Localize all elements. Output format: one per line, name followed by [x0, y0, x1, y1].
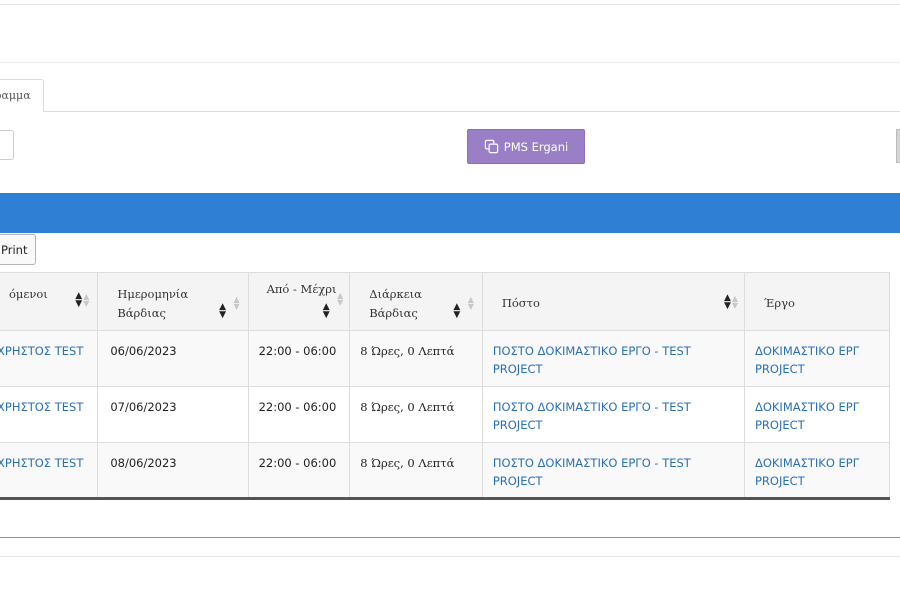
- column-header-time-range[interactable]: Από - Μέχρι ▲ ▼ ▲ ▼: [247, 272, 351, 331]
- shifts-table: όμενοι ▲ ▼ ▲ ▼ Ημερομηνία Βάρδιας ▲ ▼ ▲ ▼ Από…: [0, 272, 891, 500]
- column-header-label: Ημερομηνία Βάρδιας: [117, 287, 189, 320]
- column-header-label: Από - Μέχρι: [266, 282, 337, 296]
- sort-icon[interactable]: ▲ ▼ ▲ ▼: [75, 292, 89, 309]
- column-header-post[interactable]: Πόστο ▲ ▼ ▲ ▼: [481, 272, 745, 331]
- column-header-label: όμενοι: [9, 287, 48, 301]
- duration-cell: 8 Ώρες, 0 Λεπτά: [349, 442, 483, 500]
- shift-date-cell: 07/06/2023: [97, 386, 249, 443]
- panel-header-bar: [0, 193, 900, 233]
- column-header-label: Έργο: [763, 296, 795, 310]
- time-range-cell: 22:00 - 06:00: [247, 442, 351, 500]
- column-header-label: Διάρκεια Βάρδιας: [369, 287, 422, 320]
- toolbar-right-button[interactable]: [896, 129, 900, 163]
- column-header-shift-date[interactable]: Ημερομηνία Βάρδιας ▲ ▼ ▲ ▼: [97, 272, 249, 331]
- sort-icon[interactable]: ▲ ▼: [319, 303, 333, 320]
- post-link[interactable]: ΠΟΣΤΟ ΔΟΚΙΜΑΣΤΙΚΟ ΕΡΓΟ - TEST PROJECT: [481, 442, 745, 500]
- project-link[interactable]: ΔΟΚΙΜΑΣΤΙΚΟ ΕΡΓ PROJECT: [743, 330, 891, 387]
- project-link[interactable]: ΔΟΚΙΜΑΣΤΙΚΟ ΕΡΓ PROJECT: [743, 386, 891, 443]
- table-row: ΧΡΗΣΤΟΣ TEST 08/06/2023 22:00 - 06:00 8 …: [0, 442, 891, 500]
- top-border: [0, 4, 900, 5]
- tab-schedule[interactable]: ραμμα: [0, 79, 44, 112]
- time-range-cell: 22:00 - 06:00: [247, 330, 351, 387]
- shift-date-cell: 06/06/2023: [97, 330, 249, 387]
- print-button[interactable]: Print: [0, 234, 36, 265]
- table-row: ΧΡΗΣΤΟΣ TEST 06/06/2023 22:00 - 06:00 8 …: [0, 330, 891, 387]
- sort-icon[interactable]: ▲ ▼ ▲ ▼: [724, 294, 738, 311]
- sort-icon[interactable]: ▲ ▼: [450, 303, 464, 320]
- tab-underline: [44, 111, 900, 112]
- pms-ergani-button[interactable]: PMS Ergani: [467, 129, 585, 164]
- table-header-row: όμενοι ▲ ▼ ▲ ▼ Ημερομηνία Βάρδιας ▲ ▼ ▲ ▼ Από…: [0, 272, 891, 331]
- panel-bottom-border: [0, 537, 900, 538]
- table-row: ΧΡΗΣΤΟΣ TEST 07/06/2023 22:00 - 06:00 8 …: [0, 386, 891, 443]
- column-header-shift-duration[interactable]: Διάρκεια Βάρδιας ▲ ▼ ▲ ▼: [349, 272, 483, 331]
- column-header-employees[interactable]: όμενοι ▲ ▼ ▲ ▼: [0, 272, 99, 331]
- sort-icon[interactable]: ▲ ▼: [216, 303, 230, 320]
- footer-divider: [0, 556, 900, 557]
- column-header-label: Πόστο: [501, 296, 540, 310]
- employee-link[interactable]: ΧΡΗΣΤΟΣ TEST: [0, 442, 99, 500]
- shift-date-cell: 08/06/2023: [97, 442, 249, 500]
- employee-link[interactable]: ΧΡΗΣΤΟΣ TEST: [0, 330, 99, 387]
- duration-cell: 8 Ώρες, 0 Λεπτά: [349, 330, 483, 387]
- copy-icon: [484, 139, 498, 154]
- duration-cell: 8 Ώρες, 0 Λεπτά: [349, 386, 483, 443]
- post-link[interactable]: ΠΟΣΤΟ ΔΟΚΙΜΑΣΤΙΚΟ ΕΡΓΟ - TEST PROJECT: [481, 330, 745, 387]
- employee-link[interactable]: ΧΡΗΣΤΟΣ TEST: [0, 386, 99, 443]
- section-divider: [0, 62, 900, 63]
- filter-input[interactable]: [0, 130, 14, 160]
- sort-ghost-icon: ▲ ▼: [233, 295, 240, 311]
- column-header-project[interactable]: Έργο: [743, 272, 891, 331]
- sort-ghost-icon: ▲ ▼: [467, 295, 474, 311]
- sort-ghost-icon: ▲ ▼: [337, 291, 344, 307]
- post-link[interactable]: ΠΟΣΤΟ ΔΟΚΙΜΑΣΤΙΚΟ ΕΡΓΟ - TEST PROJECT: [481, 386, 745, 443]
- project-link[interactable]: ΔΟΚΙΜΑΣΤΙΚΟ ΕΡΓ PROJECT: [743, 442, 891, 500]
- pms-ergani-label: PMS Ergani: [503, 139, 569, 154]
- time-range-cell: 22:00 - 06:00: [247, 386, 351, 443]
